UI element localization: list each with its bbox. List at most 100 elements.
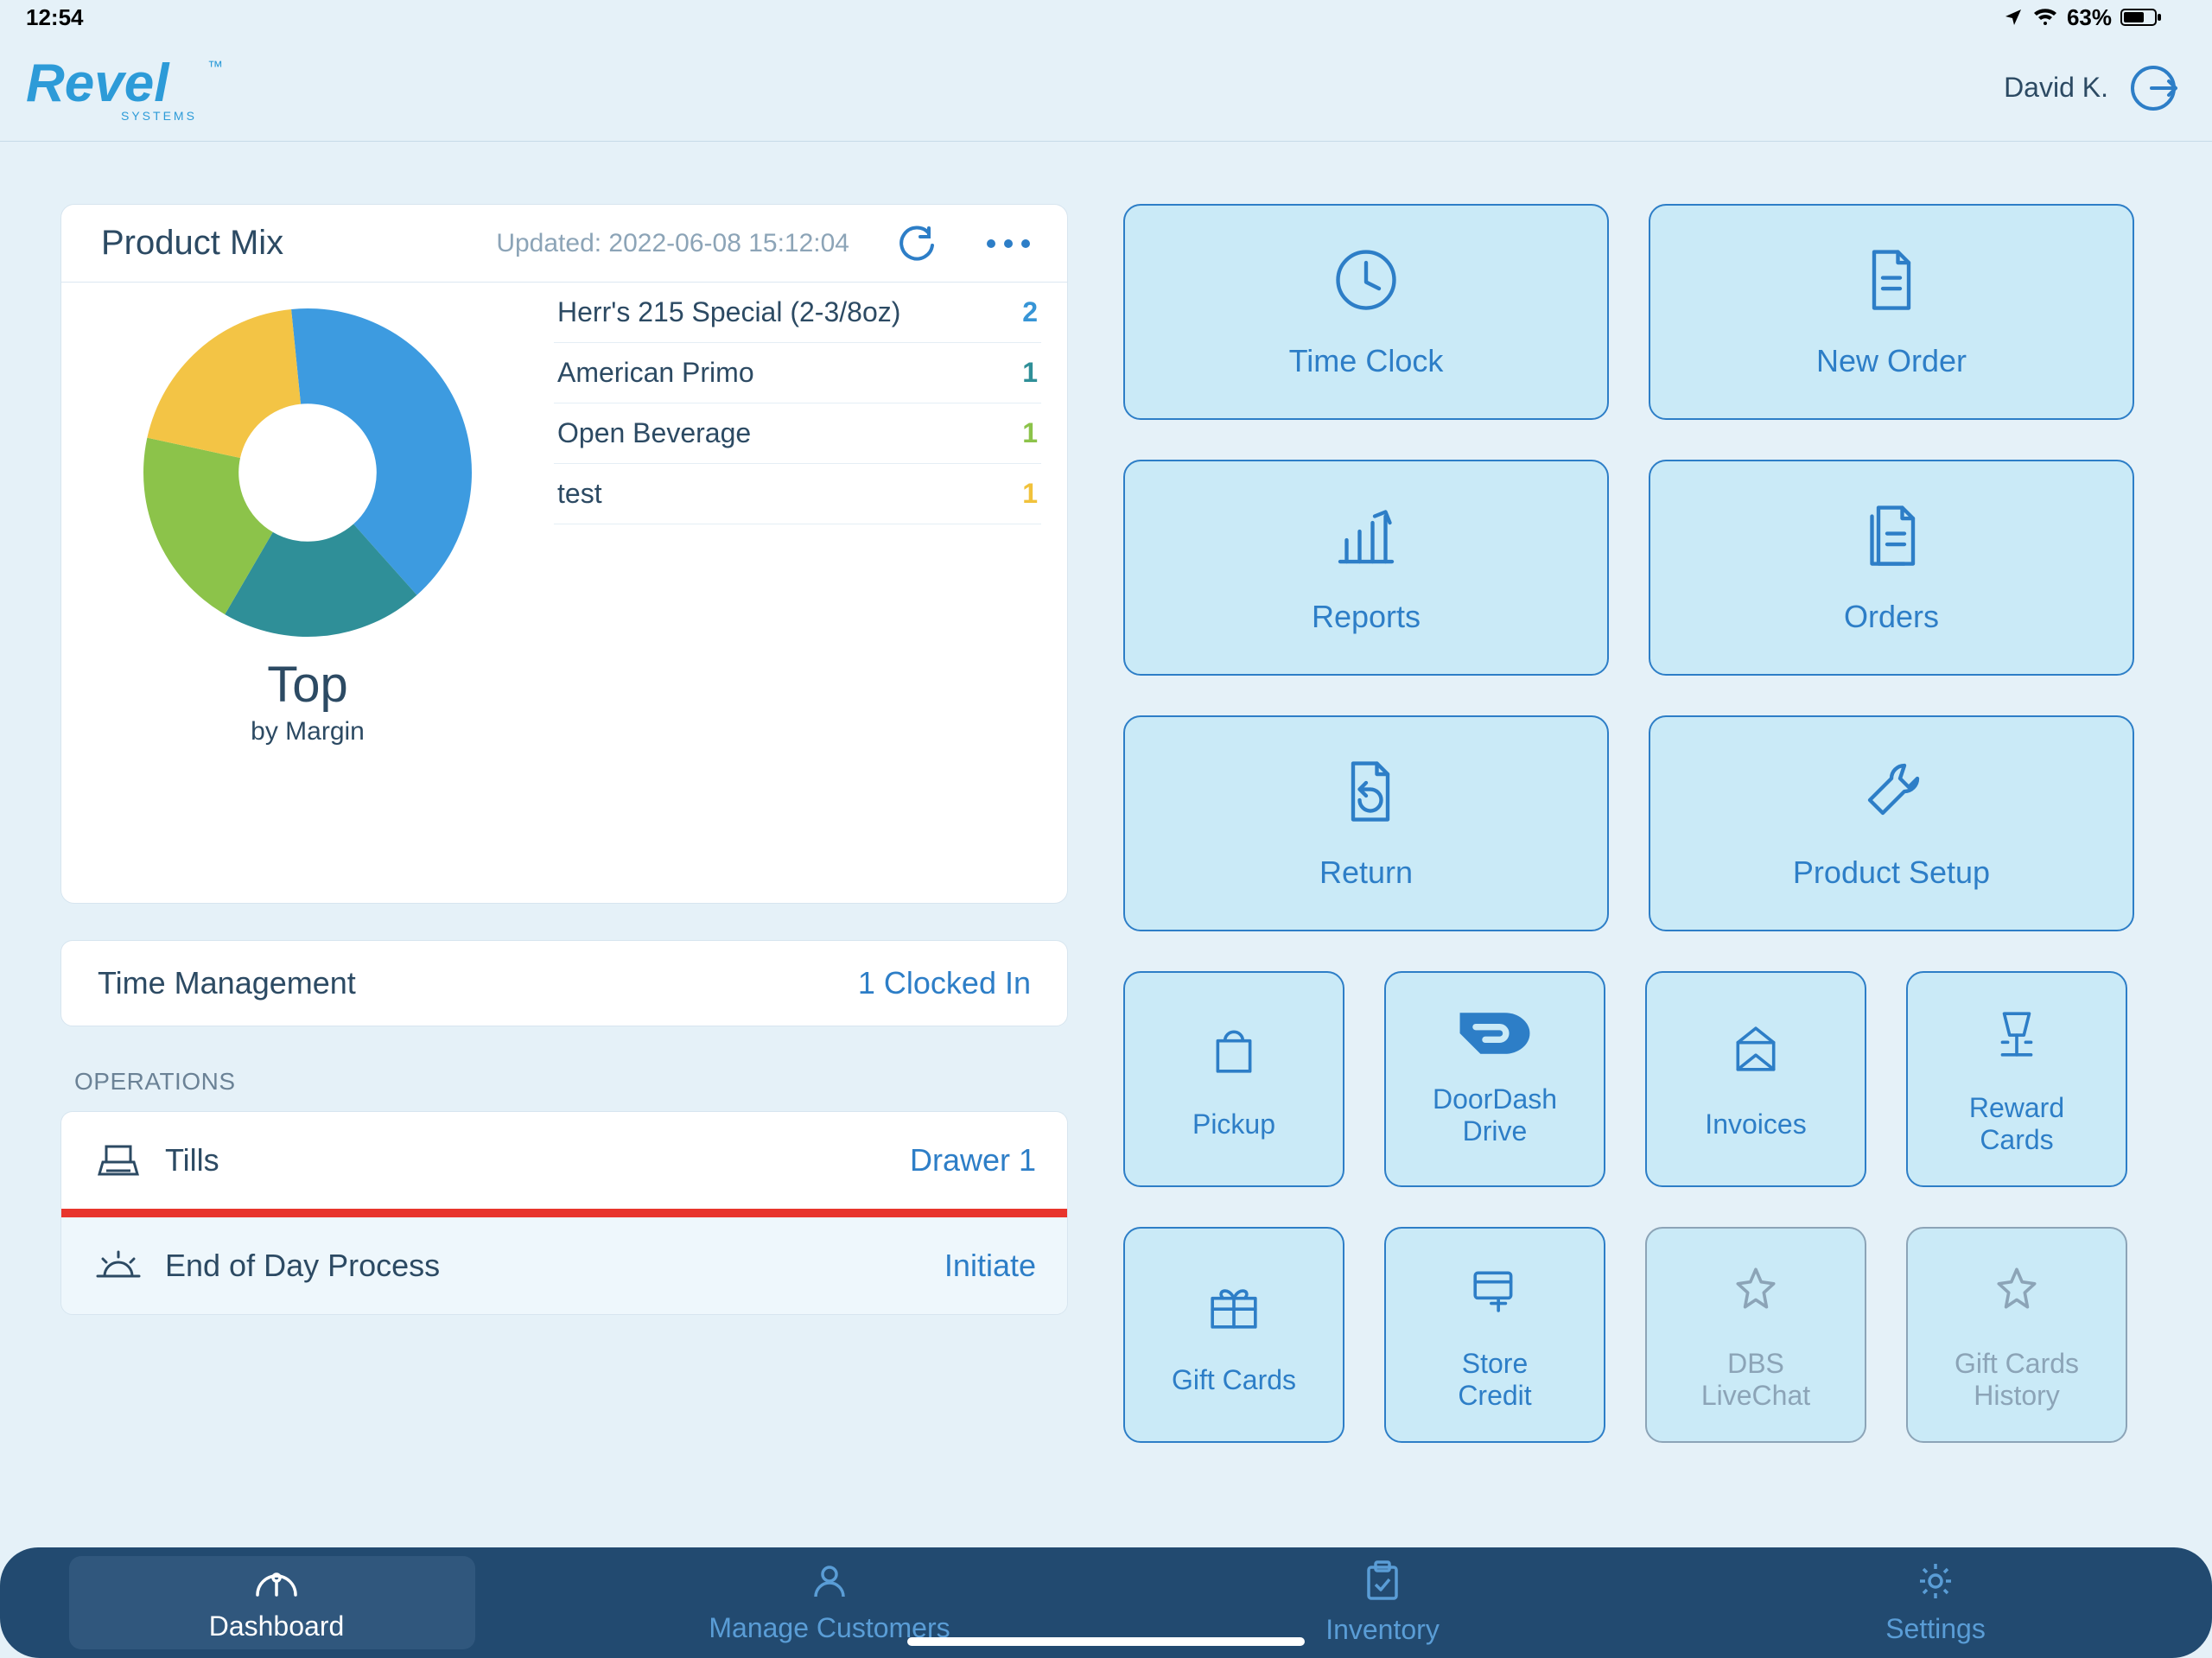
gift-cards-history-tile[interactable]: Gift CardsHistory (1906, 1227, 2127, 1443)
operations-heading: OPERATIONS (74, 1068, 1068, 1096)
dbs-livechat-icon (1725, 1258, 1787, 1327)
return-tile[interactable]: Return (1123, 715, 1609, 931)
tile-label: Return (1319, 854, 1413, 890)
return-icon (1332, 757, 1401, 834)
tile-label: Orders (1844, 599, 1939, 634)
product-mix-donut-chart (135, 300, 480, 645)
product-setup-icon (1857, 757, 1926, 834)
status-right: 63% (2003, 4, 2164, 31)
app-header: Revel ™ SYSTEMS David K. (0, 35, 2212, 142)
product-mix-item[interactable]: Herr's 215 Special (2-3/8oz) 2 (554, 283, 1041, 343)
tills-value: Drawer 1 (910, 1142, 1036, 1178)
product-mix-item-name: Herr's 215 Special (2-3/8oz) (557, 296, 900, 328)
reports-icon (1332, 501, 1401, 578)
doordash-drive-tile[interactable]: DoorDashDrive (1384, 971, 1605, 1187)
product-mix-card: Product Mix Updated: 2022-06-08 15:12:04… (60, 204, 1068, 904)
product-mix-item-count: 1 (1022, 417, 1038, 449)
wifi-icon (2032, 7, 2058, 28)
product-mix-item-name: American Primo (557, 357, 754, 389)
user-name: David K. (2004, 72, 2108, 104)
reports-tile[interactable]: Reports (1123, 460, 1609, 676)
product-mix-item[interactable]: test 1 (554, 464, 1041, 524)
tills-row[interactable]: Tills Drawer 1 (61, 1112, 1067, 1209)
refresh-button[interactable] (898, 225, 936, 263)
new-order-tile[interactable]: New Order (1649, 204, 2134, 420)
nav-settings[interactable]: Settings (1659, 1547, 2212, 1658)
bottom-nav: DashboardManage CustomersInventorySettin… (0, 1547, 2212, 1658)
home-indicator (907, 1637, 1305, 1646)
time-management-status: 1 Clocked In (858, 965, 1031, 1001)
product-mix-updated: Updated: 2022-06-08 15:12:04 (496, 229, 849, 258)
tiles-small-area: Pickup DoorDashDrive Invoices RewardCards Gi… (1123, 971, 2157, 1443)
tile-label: Gift Cards (1172, 1364, 1296, 1396)
orders-icon (1857, 501, 1926, 578)
eod-label: End of Day Process (165, 1248, 440, 1284)
product-mix-caption-big: Top (251, 656, 365, 714)
tile-label: Pickup (1192, 1109, 1275, 1140)
time-clock-tile[interactable]: Time Clock (1123, 204, 1609, 420)
tile-label: Invoices (1705, 1109, 1806, 1140)
nav-label: Dashboard (209, 1610, 345, 1642)
dashboard-icon (254, 1564, 299, 1605)
tile-label: RewardCards (1969, 1092, 2064, 1156)
gift-cards-tile[interactable]: Gift Cards (1123, 1227, 1344, 1443)
time-management-label: Time Management (98, 965, 356, 1001)
reward-cards-icon (1986, 1002, 2048, 1071)
svg-text:™: ™ (207, 58, 223, 75)
battery-icon (2120, 7, 2164, 28)
invoices-tile[interactable]: Invoices (1645, 971, 1866, 1187)
orders-tile[interactable]: Orders (1649, 460, 2134, 676)
product-mix-item[interactable]: American Primo 1 (554, 343, 1041, 403)
main: Product Mix Updated: 2022-06-08 15:12:04… (0, 173, 2212, 1520)
right-column: Time Clock New Order Reports Orders Return Pr… (1123, 204, 2157, 1485)
eod-highlight: End of Day Process Initiate (60, 1209, 1068, 1315)
settings-icon (1916, 1561, 1955, 1608)
logout-button[interactable] (2129, 64, 2177, 112)
nav-label: Settings (1885, 1613, 1986, 1645)
gift-cards-icon (1203, 1274, 1265, 1344)
nav-label: Inventory (1325, 1614, 1440, 1646)
tile-label: DBSLiveChat (1701, 1348, 1810, 1412)
tile-label: Gift CardsHistory (1955, 1348, 2079, 1412)
invoices-icon (1725, 1019, 1787, 1088)
eod-action: Initiate (944, 1248, 1036, 1284)
nav-dashboard[interactable]: Dashboard (0, 1547, 553, 1658)
product-mix-item[interactable]: Open Beverage 1 (554, 403, 1041, 464)
reward-cards-tile[interactable]: RewardCards (1906, 971, 2127, 1187)
brand-logo: Revel ™ SYSTEMS (26, 51, 233, 125)
status-time: 12:54 (26, 4, 84, 31)
product-mix-title: Product Mix (101, 224, 283, 263)
doordash-drive-icon (1457, 1011, 1533, 1063)
status-battery-pct: 63% (2067, 4, 2112, 31)
dbs-livechat-tile[interactable]: DBSLiveChat (1645, 1227, 1866, 1443)
tile-label: New Order (1816, 343, 1967, 378)
inventory-icon (1365, 1560, 1400, 1609)
product-setup-tile[interactable]: Product Setup (1649, 715, 2134, 931)
left-column: Product Mix Updated: 2022-06-08 15:12:04… (60, 204, 1068, 1485)
tiles-large-area: Time Clock New Order Reports Orders Return Pr… (1123, 204, 2157, 931)
tills-icon (92, 1140, 144, 1181)
product-mix-item-name: test (557, 478, 602, 510)
more-button[interactable] (984, 237, 1033, 251)
product-mix-item-count: 1 (1022, 478, 1038, 510)
store-credit-tile[interactable]: StoreCredit (1384, 1227, 1605, 1443)
product-mix-caption-sub: by Margin (251, 717, 365, 746)
tile-label: Reports (1312, 599, 1421, 634)
operations-card: Tills Drawer 1 End of Day Process Initia… (60, 1111, 1068, 1315)
pickup-tile[interactable]: Pickup (1123, 971, 1344, 1187)
new-order-icon (1857, 245, 1926, 322)
time-management-row[interactable]: Time Management 1 Clocked In (60, 940, 1068, 1026)
gift-cards-history-icon (1986, 1258, 2048, 1327)
tile-label: DoorDashDrive (1433, 1083, 1557, 1147)
product-mix-list: Herr's 215 Special (2-3/8oz) 2 American Pr… (554, 283, 1067, 903)
tile-label: StoreCredit (1458, 1348, 1531, 1412)
product-mix-item-count: 2 (1022, 296, 1038, 328)
product-mix-item-name: Open Beverage (557, 417, 751, 449)
product-mix-item-count: 1 (1022, 357, 1038, 389)
svg-text:Revel: Revel (26, 54, 170, 113)
location-icon (2003, 7, 2024, 28)
manage-customers-icon (810, 1562, 849, 1607)
eod-row[interactable]: End of Day Process Initiate (61, 1217, 1067, 1314)
svg-text:SYSTEMS: SYSTEMS (121, 109, 197, 123)
status-bar: 12:54 63% (0, 0, 2212, 35)
